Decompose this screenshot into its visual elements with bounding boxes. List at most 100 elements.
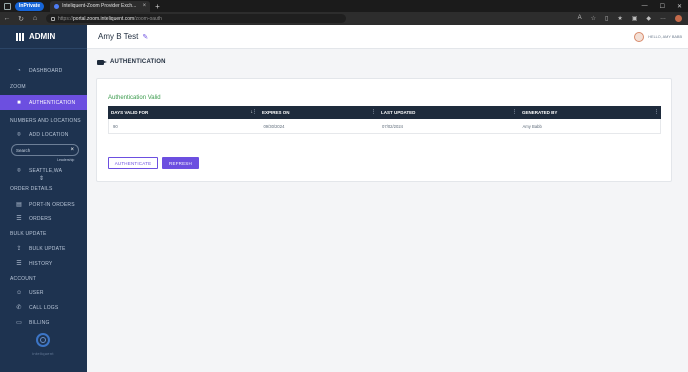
authentication-card: Authentication Valid DAYS VALID FOR ↓ ⋮ …: [96, 78, 672, 182]
brand-label: ADMIN: [29, 32, 56, 41]
document-icon: ▤: [16, 201, 22, 208]
users-icon: ☺: [16, 289, 23, 296]
brand[interactable]: ADMIN: [0, 25, 87, 49]
sidebar-item-label: CALL LOGS: [29, 304, 59, 311]
section-bulk-update: BULK UPDATE: [10, 231, 47, 237]
cell-days-valid: 90: [113, 123, 118, 129]
favorites-icon[interactable]: ★: [617, 15, 622, 22]
extension-icon[interactable]: ◆: [646, 15, 651, 22]
sidebar-item-bulk-update[interactable]: ⇪ BULK UPDATE: [0, 241, 87, 256]
edit-pencil-icon[interactable]: ✎: [142, 33, 148, 41]
sidebar-item-label: DASHBOARD: [29, 67, 63, 74]
read-aloud-icon[interactable]: A: [578, 15, 582, 22]
sidebar-item-authentication[interactable]: ■ AUTHENTICATION: [0, 95, 87, 110]
column-header[interactable]: LAST UPDATED ⋮: [378, 106, 519, 119]
map-pin-icon: ⌾: [17, 131, 21, 138]
close-tab-icon[interactable]: ×: [143, 3, 147, 9]
clear-search-icon[interactable]: ×: [70, 147, 74, 153]
sidebar-item-label: AUTHENTICATION: [29, 99, 76, 106]
home-icon[interactable]: ⌂: [28, 15, 42, 22]
location-search-input[interactable]: Search ×: [11, 144, 79, 156]
action-buttons: AUTHENTICATE REFRESH: [108, 157, 199, 169]
favicon-icon: [54, 3, 60, 9]
cell-expires-on: 09/30/2024: [263, 123, 285, 129]
leadership-label: Leadership: [57, 158, 75, 162]
logo-wordmark: inteliquent: [32, 351, 54, 356]
column-header[interactable]: EXPIRES ON ⋮: [259, 106, 378, 119]
sidebar-item-dashboard[interactable]: ◔ DASHBOARD: [0, 63, 87, 78]
sidebar-item-history[interactable]: ☰ HISTORY: [0, 256, 87, 271]
sidebar-item-label: HISTORY: [29, 260, 53, 267]
new-tab-icon[interactable]: +: [155, 2, 160, 11]
favorite-star-icon[interactable]: ☆: [591, 15, 596, 22]
refresh-icon[interactable]: ↻: [14, 15, 28, 23]
page-title: AUTHENTICATION: [110, 59, 166, 65]
inprivate-badge[interactable]: InPrivate: [15, 1, 45, 11]
refresh-button[interactable]: REFRESH: [162, 157, 199, 169]
column-menu-icon[interactable]: ⋮: [371, 106, 376, 119]
sidebar-item-label: USER: [29, 289, 44, 296]
url-text: https://portal.zoom.inteliquent.com/zoom…: [58, 15, 162, 22]
phone-icon: ✆: [16, 304, 22, 311]
maximize-icon[interactable]: ☐: [660, 3, 665, 10]
more-menu-icon[interactable]: …: [660, 15, 666, 22]
sidebar-item-label: BULK UPDATE: [29, 245, 66, 252]
history-icon: ☰: [16, 260, 22, 267]
column-menu-icon[interactable]: ⋮: [654, 106, 659, 119]
split-screen-icon[interactable]: ▯: [605, 15, 608, 22]
authenticate-button[interactable]: AUTHENTICATE: [108, 157, 158, 169]
sidebar-item-orders[interactable]: ☰ ORDERS: [0, 211, 87, 226]
cell-generated-by: Amy Babb: [522, 123, 542, 129]
status-text: Authentication Valid: [108, 95, 161, 101]
auth-table: DAYS VALID FOR ↓ ⋮ EXPIRES ON ⋮ LAST UPD…: [108, 106, 661, 134]
section-order-details: ORDER DETAILS: [10, 186, 53, 192]
expand-collapse-icon[interactable]: ⇕: [39, 175, 44, 182]
sidebar-item-call-logs[interactable]: ✆ CALL LOGS: [0, 300, 87, 315]
column-menu-icon[interactable]: ⋮: [512, 106, 517, 119]
sidebar-item-label: ORDERS: [29, 215, 52, 222]
upload-icon: ⇪: [16, 245, 22, 252]
video-camera-icon: [97, 59, 107, 65]
admin-logo-icon: [16, 32, 24, 41]
close-window-icon[interactable]: ✕: [677, 3, 682, 10]
column-menu-icon[interactable]: ⋮: [252, 106, 257, 119]
column-header[interactable]: DAYS VALID FOR ↓ ⋮: [108, 106, 259, 119]
window-controls: — ☐ ✕: [642, 3, 682, 10]
user-avatar[interactable]: [634, 31, 645, 42]
billing-icon: ▭: [16, 319, 22, 326]
browser-tools: A ☆ ▯ ★ ▣ ◆ …: [578, 15, 682, 22]
sidebar-item-port-in-orders[interactable]: ▤ PORT-IN ORDERS: [0, 197, 87, 212]
column-header[interactable]: GENERATED BY ⋮: [519, 106, 661, 119]
table-row[interactable]: 90 09/30/2024 07/02/2024 Amy Babb: [108, 119, 661, 134]
main-content: Amy B Test ✎ HELLO, AMY BABB AUTHENTICAT…: [87, 25, 688, 372]
browser-tab[interactable]: Inteliquent-Zoom Provider Exch... ×: [50, 0, 151, 12]
sidebar-item-label: SEATTLE,WA: [29, 167, 63, 174]
inteliquent-logo: inteliquent: [28, 331, 58, 359]
sidebar-item-label: PORT-IN ORDERS: [29, 201, 75, 208]
cell-last-updated: 07/02/2024: [382, 123, 403, 129]
table-header: DAYS VALID FOR ↓ ⋮ EXPIRES ON ⋮ LAST UPD…: [108, 106, 661, 119]
gauge-icon: ◔: [17, 67, 21, 74]
sidebar-item-add-location[interactable]: ⌾ ADD LOCATION: [0, 127, 87, 142]
collections-icon[interactable]: ▣: [632, 15, 638, 22]
user-greeting[interactable]: HELLO, AMY BABB: [634, 31, 682, 42]
address-bar[interactable]: https://portal.zoom.inteliquent.com/zoom…: [46, 14, 346, 23]
video-camera-icon: ■: [17, 99, 21, 106]
list-icon: ☰: [16, 215, 22, 222]
account-name: Amy B Test: [98, 32, 139, 41]
workspaces-icon[interactable]: [4, 2, 11, 10]
greeting-text: HELLO, AMY BABB: [648, 34, 682, 39]
search-placeholder: Search: [16, 147, 31, 153]
section-account: ACCOUNT: [10, 276, 37, 282]
browser-window: InPrivate Inteliquent-Zoom Provider Exch…: [0, 0, 688, 372]
minimize-icon[interactable]: —: [642, 3, 648, 10]
section-numbers: NUMBERS AND LOCATIONS: [10, 118, 81, 124]
sidebar-item-billing[interactable]: ▭ BILLING: [0, 315, 87, 330]
profile-avatar[interactable]: [675, 15, 682, 22]
lock-icon: [51, 16, 55, 21]
sidebar-item-label: ADD LOCATION: [29, 131, 69, 138]
back-icon[interactable]: ←: [0, 15, 14, 22]
sidebar-item-user[interactable]: ☺ USER: [0, 285, 87, 300]
tab-strip: InPrivate Inteliquent-Zoom Provider Exch…: [0, 0, 688, 12]
browser-toolbar: ← ↻ ⌂ https://portal.zoom.inteliquent.co…: [0, 12, 688, 25]
